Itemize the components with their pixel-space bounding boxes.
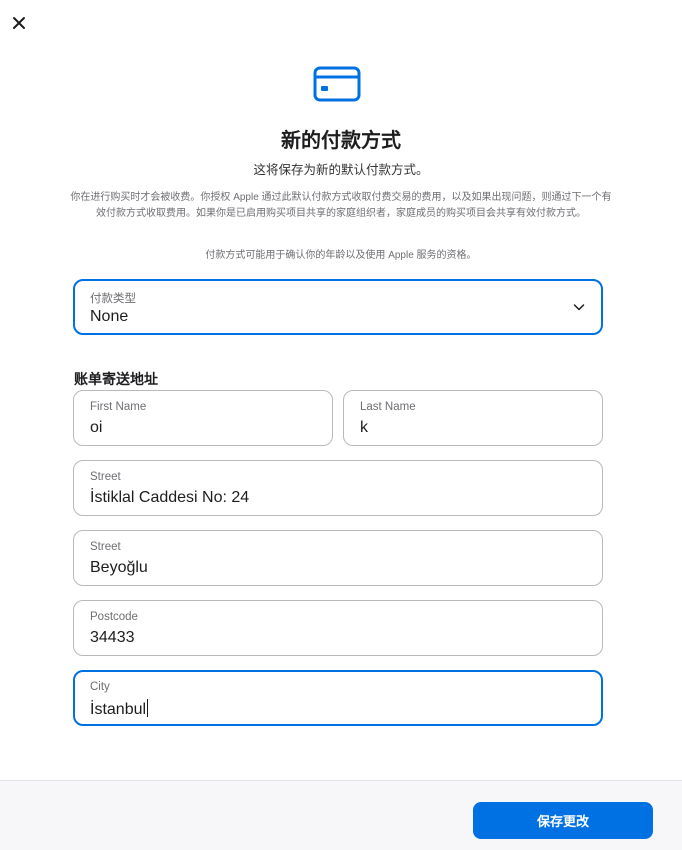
street-line1-label: Street [90,471,121,483]
save-changes-button[interactable]: 保存更改 [473,802,653,839]
eligibility-notice: 付款方式可能用于确认你的年龄以及使用 Apple 服务的资格。 [205,250,477,261]
street-line2-field[interactable]: Street Beyoğlu [73,530,603,586]
city-label: City [90,681,110,693]
postcode-field[interactable]: Postcode 34433 [73,600,603,656]
last-name-label: Last Name [360,401,416,413]
chevron-down-icon [573,304,585,311]
street-line1-field[interactable]: Street İstiklal Caddesi No: 24 [73,460,603,516]
first-name-field[interactable]: First Name oi [73,390,333,446]
payment-type-select[interactable]: 付款类型 None [73,279,603,335]
payment-type-value: None [90,308,129,325]
postcode-label: Postcode [90,611,138,623]
city-value: İstanbul [90,701,147,718]
street-line1-value: İstiklal Caddesi No: 24 [90,489,250,506]
first-name-value: oi [90,419,103,436]
last-name-field[interactable]: Last Name k [343,390,603,446]
text-caret [147,699,149,717]
page-subtitle: 这将保存为新的默认付款方式。 [253,163,429,177]
city-value-wrapper: İstanbul [90,699,149,719]
postcode-value: 34433 [90,629,135,646]
billing-address-heading: 账单寄送地址 [74,371,158,387]
city-field[interactable]: City İstanbul [73,670,603,726]
close-button[interactable] [10,14,28,32]
street-line2-label: Street [90,541,121,553]
billing-notice: 你在进行购买时才会被收费。你授权 Apple 通过此默认付款方式收取付费交易的费… [70,192,612,219]
last-name-value: k [360,419,368,436]
payment-type-label: 付款类型 [90,293,136,305]
footer-bar: 保存更改 [0,780,682,850]
first-name-label: First Name [90,401,147,413]
close-icon [13,17,25,29]
street-line2-value: Beyoğlu [90,559,148,576]
page-title: 新的付款方式 [281,130,401,152]
credit-card-icon [313,66,361,102]
